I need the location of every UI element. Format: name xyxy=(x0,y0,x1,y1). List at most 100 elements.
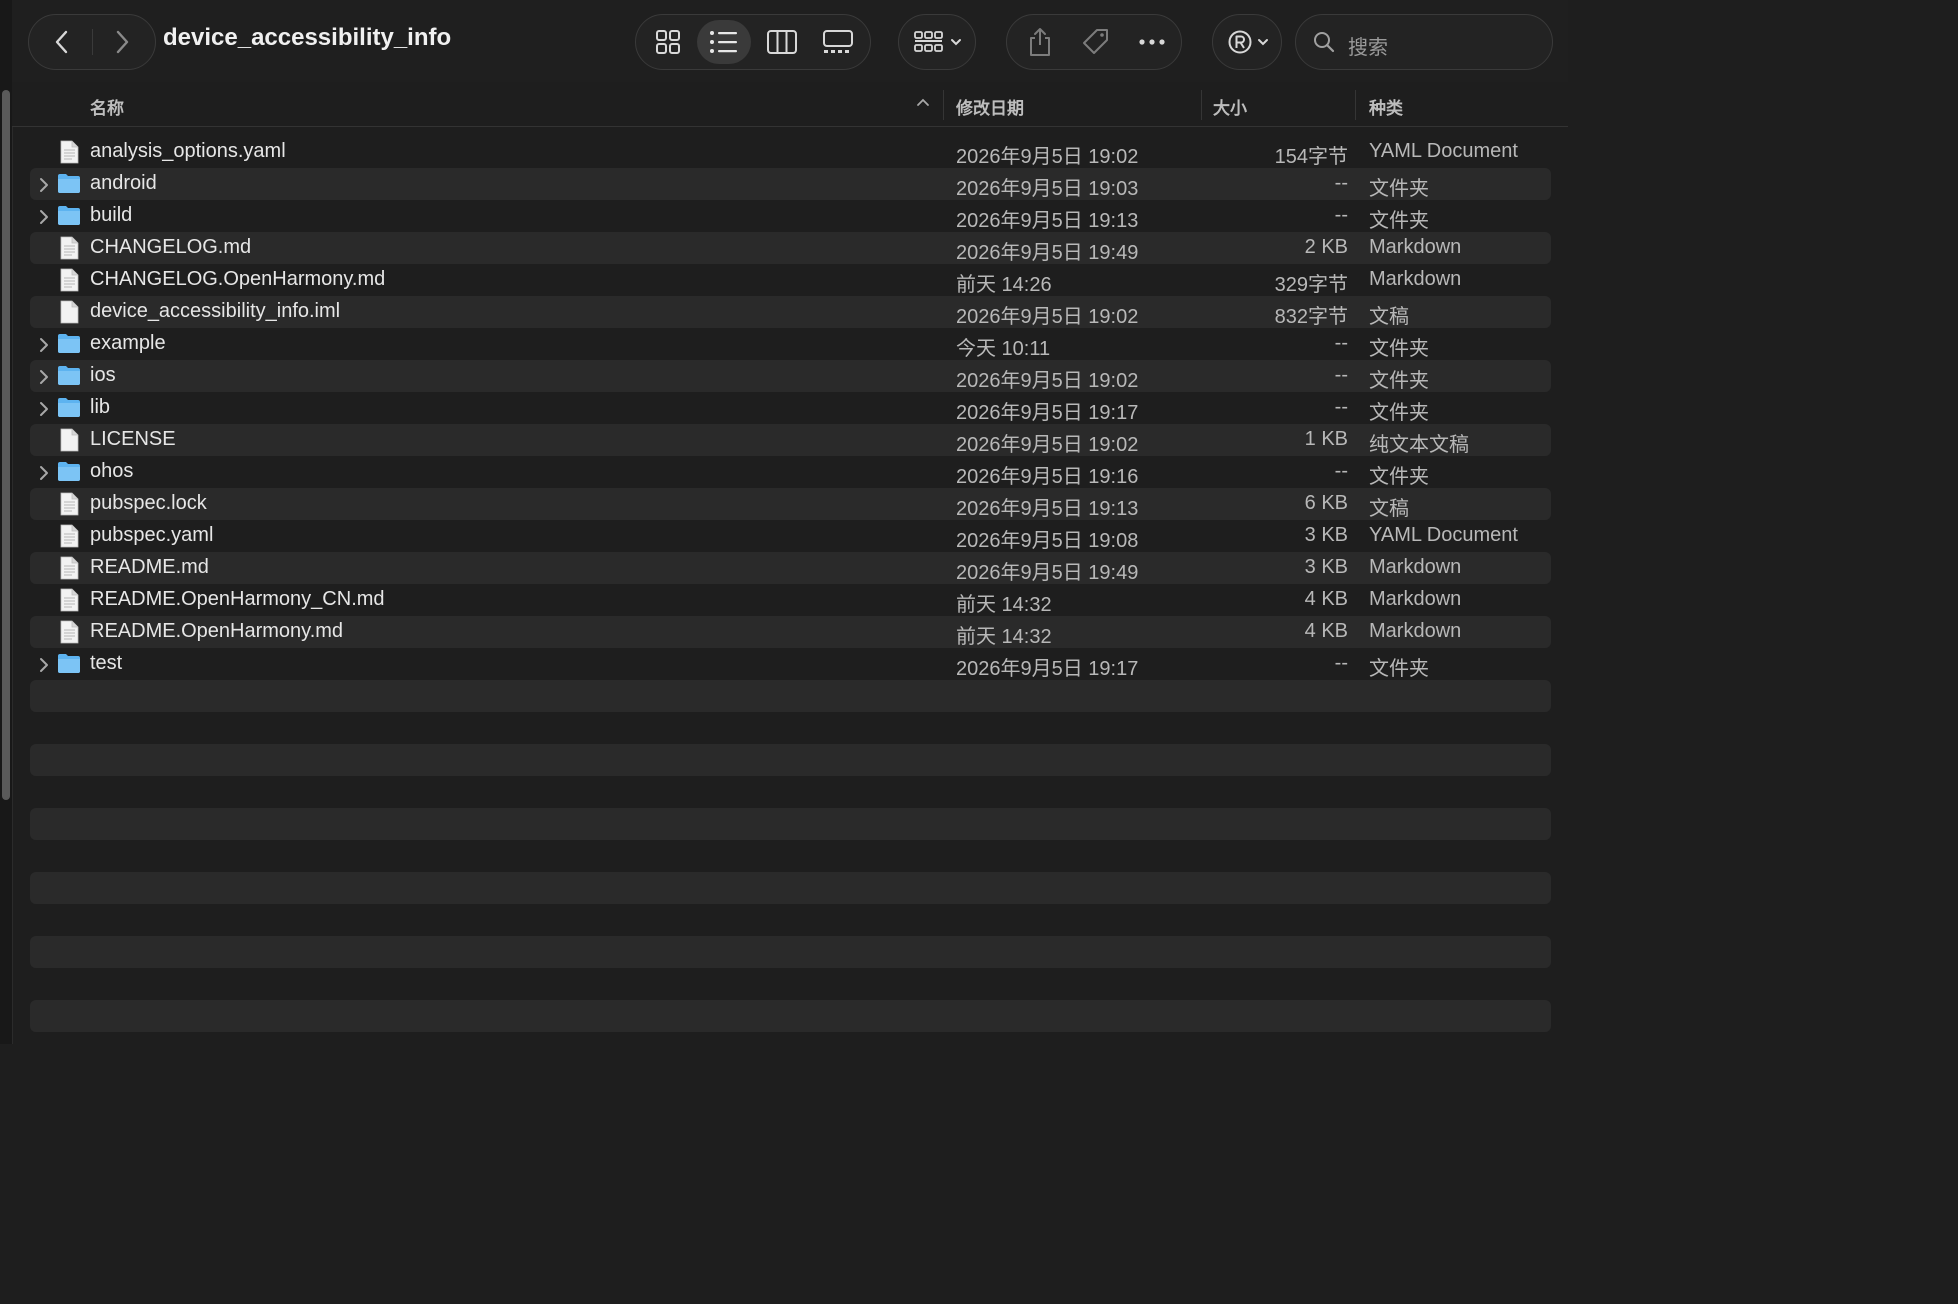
disclosure-triangle[interactable] xyxy=(38,336,52,352)
file-name: lib xyxy=(90,396,111,418)
file-date: 2026年9月5日 19:17 xyxy=(956,402,1139,424)
file-row[interactable]: CHANGELOG.OpenHarmony.md 前天 14:26 329字节 Mar… xyxy=(30,264,1551,296)
grid-icon xyxy=(656,30,680,54)
document-icon xyxy=(60,620,79,644)
nav-divider xyxy=(92,29,93,55)
column-divider[interactable] xyxy=(1201,90,1202,120)
sidebar-edge xyxy=(0,0,13,1044)
document-icon xyxy=(60,428,79,452)
column-divider[interactable] xyxy=(1355,90,1356,120)
date-column-header[interactable]: 修改日期 xyxy=(956,94,1024,119)
disclosure-chevron-icon xyxy=(40,658,48,672)
tag-button[interactable] xyxy=(1069,15,1123,69)
icon-view-button[interactable] xyxy=(642,15,694,69)
search-field[interactable]: 搜索 xyxy=(1295,14,1553,70)
document-icon-wrap xyxy=(59,620,83,644)
file-row[interactable]: analysis_options.yaml 2026年9月5日 19:02 154字… xyxy=(30,136,1551,168)
kind-column-header[interactable]: 种类 xyxy=(1369,94,1403,119)
disclosure-chevron-icon xyxy=(40,402,48,416)
sidebar-scrollbar[interactable] xyxy=(2,90,10,800)
columns-icon xyxy=(767,30,797,54)
document-icon xyxy=(60,140,79,164)
file-row[interactable]: CHANGELOG.md 2026年9月5日 19:49 2 KB Markdown xyxy=(30,232,1551,264)
file-row[interactable]: README.md 2026年9月5日 19:49 3 KB Markdown xyxy=(30,552,1551,584)
disclosure-triangle[interactable] xyxy=(38,176,52,192)
search-input[interactable]: 搜索 xyxy=(1348,31,1388,60)
disclosure-triangle[interactable] xyxy=(38,368,52,384)
file-kind: Markdown xyxy=(1369,268,1462,290)
chevron-left-icon xyxy=(55,30,68,54)
folder-icon xyxy=(58,206,80,225)
column-divider[interactable] xyxy=(943,90,944,120)
folder-row[interactable]: test 2026年9月5日 19:17 -- 文件夹 xyxy=(30,648,1551,680)
document-icon-wrap xyxy=(59,556,83,580)
disclosure-triangle[interactable] xyxy=(38,400,52,416)
document-icon-wrap xyxy=(59,428,83,452)
group-button[interactable] xyxy=(909,15,967,69)
folder-icon-wrap xyxy=(57,364,81,388)
list-icon xyxy=(710,31,737,53)
navigation-group xyxy=(28,14,156,70)
file-name: pubspec.lock xyxy=(90,492,207,514)
file-row[interactable]: README.OpenHarmony.md 前天 14:32 4 KB Markdow… xyxy=(30,616,1551,648)
file-row[interactable]: pubspec.yaml 2026年9月5日 19:08 3 KB YAML Docu… xyxy=(30,520,1551,552)
back-button[interactable] xyxy=(35,15,89,69)
file-name: device_accessibility_info.iml xyxy=(90,300,341,322)
list-view-button[interactable] xyxy=(698,15,750,69)
disclosure-triangle[interactable] xyxy=(38,464,52,480)
document-icon-wrap xyxy=(59,300,83,324)
folder-row[interactable]: example 今天 10:11 -- 文件夹 xyxy=(30,328,1551,360)
file-kind: 文件夹 xyxy=(1369,178,1429,200)
folder-row[interactable]: ohos 2026年9月5日 19:16 -- 文件夹 xyxy=(30,456,1551,488)
file-size: 4 KB xyxy=(1304,588,1348,610)
document-icon xyxy=(60,524,79,548)
forward-button[interactable] xyxy=(95,15,149,69)
file-kind: Markdown xyxy=(1369,620,1462,642)
document-icon-wrap xyxy=(59,492,83,516)
file-row[interactable]: LICENSE 2026年9月5日 19:02 1 KB 纯文本文稿 xyxy=(30,424,1551,456)
file-kind: 文稿 xyxy=(1369,498,1409,520)
file-date: 2026年9月5日 19:08 xyxy=(956,530,1139,552)
file-row[interactable]: device_accessibility_info.iml 2026年9月5日 1… xyxy=(30,296,1551,328)
file-kind: YAML Document xyxy=(1369,524,1518,546)
empty-row xyxy=(30,680,1551,712)
document-icon xyxy=(60,300,79,324)
share-button[interactable] xyxy=(1013,15,1067,69)
size-column-header[interactable]: 大小 xyxy=(1213,94,1247,119)
file-date: 2026年9月5日 19:13 xyxy=(956,210,1139,232)
name-column-header[interactable]: 名称 xyxy=(90,94,124,119)
folder-row[interactable]: build 2026年9月5日 19:13 -- 文件夹 xyxy=(30,200,1551,232)
disclosure-triangle[interactable] xyxy=(38,208,52,224)
file-size: -- xyxy=(1334,332,1348,354)
file-name: analysis_options.yaml xyxy=(90,140,286,162)
file-size: 832字节 xyxy=(1274,306,1348,328)
file-row[interactable]: pubspec.lock 2026年9月5日 19:13 6 KB 文稿 xyxy=(30,488,1551,520)
file-row[interactable]: README.OpenHarmony_CN.md 前天 14:32 4 KB Mark… xyxy=(30,584,1551,616)
actions-group xyxy=(1006,14,1182,70)
empty-row xyxy=(30,808,1551,840)
more-button[interactable] xyxy=(1125,15,1179,69)
folder-row[interactable]: ios 2026年9月5日 19:02 -- 文件夹 xyxy=(30,360,1551,392)
folder-icon xyxy=(58,398,80,417)
file-name: test xyxy=(90,652,123,674)
column-view-button[interactable] xyxy=(756,15,808,69)
group-by-menu[interactable] xyxy=(898,14,976,70)
file-name: CHANGELOG.md xyxy=(90,236,252,258)
disclosure-triangle[interactable] xyxy=(38,656,52,672)
extension-menu[interactable] xyxy=(1212,14,1282,70)
file-kind: 文件夹 xyxy=(1369,338,1429,360)
sort-ascending-icon[interactable] xyxy=(916,96,930,108)
file-name: pubspec.yaml xyxy=(90,524,214,546)
folder-row[interactable]: android 2026年9月5日 19:03 -- 文件夹 xyxy=(30,168,1551,200)
registered-icon xyxy=(1228,30,1252,54)
folder-icon-wrap xyxy=(57,332,81,356)
file-size: 2 KB xyxy=(1304,236,1348,258)
folder-icon xyxy=(58,334,80,353)
extension-button[interactable] xyxy=(1221,15,1275,69)
search-icon xyxy=(1314,32,1335,53)
file-kind: 文件夹 xyxy=(1369,210,1429,232)
gallery-view-button[interactable] xyxy=(812,15,864,69)
document-icon-wrap xyxy=(59,268,83,292)
folder-row[interactable]: lib 2026年9月5日 19:17 -- 文件夹 xyxy=(30,392,1551,424)
file-size: -- xyxy=(1334,396,1348,418)
